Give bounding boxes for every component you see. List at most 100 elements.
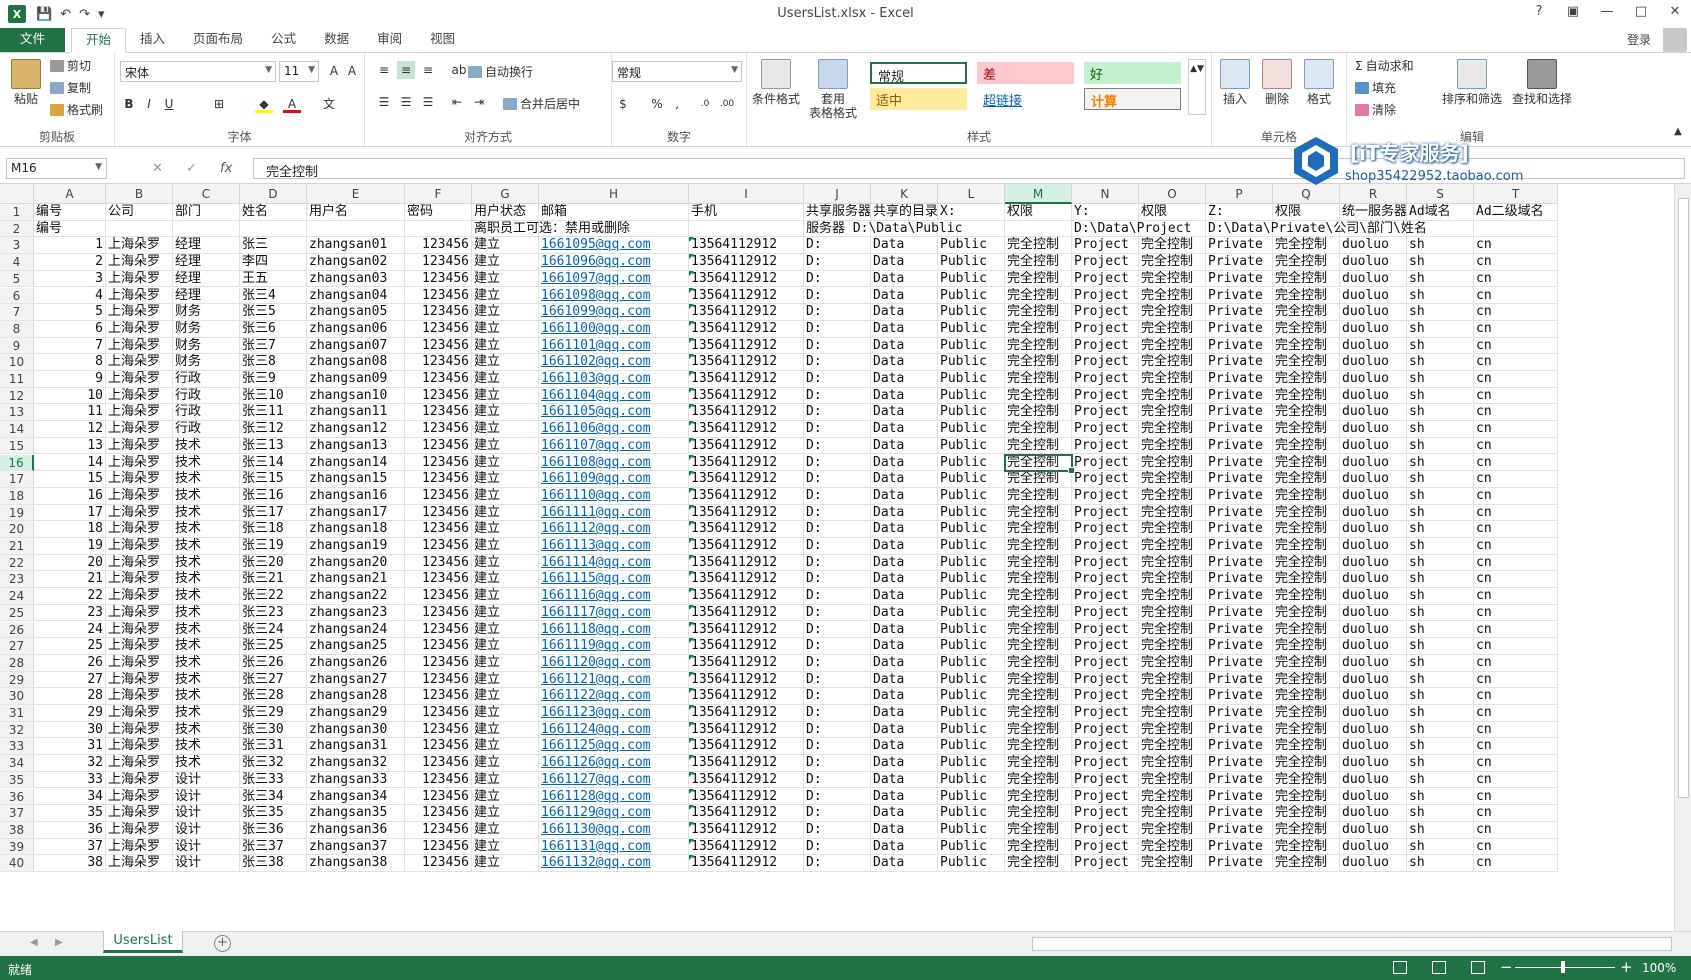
cell-k21[interactable]: Data [871, 538, 938, 555]
cell-l30[interactable]: Public [938, 688, 1005, 705]
cell-g33[interactable]: 建立 [472, 738, 539, 756]
cell-a15[interactable]: 13 [34, 437, 106, 455]
cell-g30[interactable]: 建立 [472, 688, 539, 705]
column-header-p[interactable]: P [1206, 184, 1273, 204]
cell-n23[interactable]: Project [1072, 571, 1139, 589]
cell-i7[interactable]: 13564112912 [689, 304, 804, 321]
cell-l11[interactable]: Public [938, 371, 1005, 388]
cell-t30[interactable]: cn [1474, 688, 1558, 705]
cell-p19[interactable]: Private [1206, 504, 1273, 522]
cell-m14[interactable]: 完全控制 [1005, 421, 1072, 438]
cell-t37[interactable]: cn [1474, 805, 1558, 822]
cell-g19[interactable]: 建立 [472, 504, 539, 522]
cell-b31[interactable]: 上海朵罗 [106, 705, 173, 722]
cell-d8[interactable]: 张三6 [240, 320, 307, 338]
cell-i15[interactable]: 13564112912 [689, 437, 804, 455]
cell-i26[interactable]: 13564112912 [689, 621, 804, 639]
cell-f23[interactable]: 123456 [405, 571, 472, 589]
cell-s21[interactable]: sh [1407, 538, 1474, 555]
cell-d40[interactable]: 张三38 [240, 855, 307, 872]
cell-g25[interactable]: 建立 [472, 604, 539, 622]
cell-e18[interactable]: zhangsan16 [307, 487, 405, 505]
cell-e7[interactable]: zhangsan05 [307, 304, 405, 321]
cell-m35[interactable]: 完全控制 [1005, 771, 1072, 789]
sheet-tab-userslist[interactable]: UsersList [103, 931, 183, 953]
cell-r34[interactable]: duoluo [1340, 755, 1407, 772]
cell-g16[interactable]: 建立 [472, 454, 539, 472]
cell-g15[interactable]: 建立 [472, 437, 539, 455]
cell-h25[interactable]: 1661117@qq.com [539, 604, 689, 622]
cell-q30[interactable]: 完全控制 [1273, 688, 1340, 705]
zoom-out-icon[interactable]: − [1500, 958, 1513, 976]
cell-p6[interactable]: Private [1206, 287, 1273, 305]
cell-n15[interactable]: Project [1072, 437, 1139, 455]
cell-e33[interactable]: zhangsan31 [307, 738, 405, 756]
row-header-28[interactable]: 28 [0, 654, 34, 672]
cell-c3[interactable]: 经理 [173, 237, 240, 255]
cell-d32[interactable]: 张三30 [240, 721, 307, 739]
cell-e28[interactable]: zhangsan26 [307, 654, 405, 672]
cell-a37[interactable]: 35 [34, 805, 106, 822]
cell-l5[interactable]: Public [938, 270, 1005, 288]
cell-p33[interactable]: Private [1206, 738, 1273, 756]
cell-b9[interactable]: 上海朵罗 [106, 337, 173, 355]
cell-t19[interactable]: cn [1474, 504, 1558, 522]
cell-f24[interactable]: 123456 [405, 588, 472, 605]
cell-p22[interactable]: Private [1206, 554, 1273, 572]
cell-l34[interactable]: Public [938, 755, 1005, 772]
cell-r30[interactable]: duoluo [1340, 688, 1407, 705]
cell-s18[interactable]: sh [1407, 487, 1474, 505]
cell-p21[interactable]: Private [1206, 538, 1273, 555]
cell-b18[interactable]: 上海朵罗 [106, 487, 173, 505]
cell-c13[interactable]: 行政 [173, 404, 240, 422]
format-as-table-button[interactable]: 套用 表格格式 [803, 59, 863, 120]
cell-t5[interactable]: cn [1474, 270, 1558, 288]
cell-l40[interactable]: Public [938, 855, 1005, 872]
cell-h1[interactable]: 邮箱 [539, 204, 689, 221]
cell-e14[interactable]: zhangsan12 [307, 421, 405, 438]
cell-f30[interactable]: 123456 [405, 688, 472, 705]
cell-k40[interactable]: Data [871, 855, 938, 872]
cell-n30[interactable]: Project [1072, 688, 1139, 705]
cell-o17[interactable]: 完全控制 [1139, 471, 1206, 488]
cell-l39[interactable]: Public [938, 838, 1005, 856]
merge-center-button[interactable]: 合并后居中 [503, 95, 580, 112]
cell-n39[interactable]: Project [1072, 838, 1139, 856]
cell-t3[interactable]: cn [1474, 237, 1558, 255]
cell-g17[interactable]: 建立 [472, 471, 539, 488]
cell-f39[interactable]: 123456 [405, 838, 472, 856]
cell-b27[interactable]: 上海朵罗 [106, 638, 173, 655]
font-size-select[interactable]: 11 ▼ [279, 61, 319, 82]
cell-d11[interactable]: 张三9 [240, 371, 307, 388]
cell-d23[interactable]: 张三21 [240, 571, 307, 589]
border-icon[interactable]: ⊞ [210, 95, 228, 113]
cell-o38[interactable]: 完全控制 [1139, 821, 1206, 839]
cell-k39[interactable]: Data [871, 838, 938, 856]
cell-n9[interactable]: Project [1072, 337, 1139, 355]
add-sheet-button[interactable]: + [214, 935, 231, 952]
cell-d38[interactable]: 张三36 [240, 821, 307, 839]
cell-e36[interactable]: zhangsan34 [307, 788, 405, 806]
cell-k9[interactable]: Data [871, 337, 938, 355]
cell-a19[interactable]: 17 [34, 504, 106, 522]
row-header-29[interactable]: 29 [0, 671, 34, 689]
cell-i24[interactable]: 13564112912 [689, 588, 804, 605]
cell-j22[interactable]: D: [804, 554, 871, 572]
cell-b13[interactable]: 上海朵罗 [106, 404, 173, 422]
cell-f13[interactable]: 123456 [405, 404, 472, 422]
cell-f6[interactable]: 123456 [405, 287, 472, 305]
cell-l10[interactable]: Public [938, 354, 1005, 371]
cell-o24[interactable]: 完全控制 [1139, 588, 1206, 605]
cell-m24[interactable]: 完全控制 [1005, 588, 1072, 605]
cell-p13[interactable]: Private [1206, 404, 1273, 422]
row-header-38[interactable]: 38 [0, 821, 34, 839]
cell-a17[interactable]: 15 [34, 471, 106, 488]
cell-e6[interactable]: zhangsan04 [307, 287, 405, 305]
cell-c2[interactable] [173, 220, 240, 238]
cell-q38[interactable]: 完全控制 [1273, 821, 1340, 839]
column-header-l[interactable]: L [938, 184, 1005, 204]
cell-a36[interactable]: 34 [34, 788, 106, 806]
cell-h31[interactable]: 1661123@qq.com [539, 705, 689, 722]
collapse-ribbon-icon[interactable]: ▲ [1669, 123, 1687, 141]
cell-a13[interactable]: 11 [34, 404, 106, 422]
